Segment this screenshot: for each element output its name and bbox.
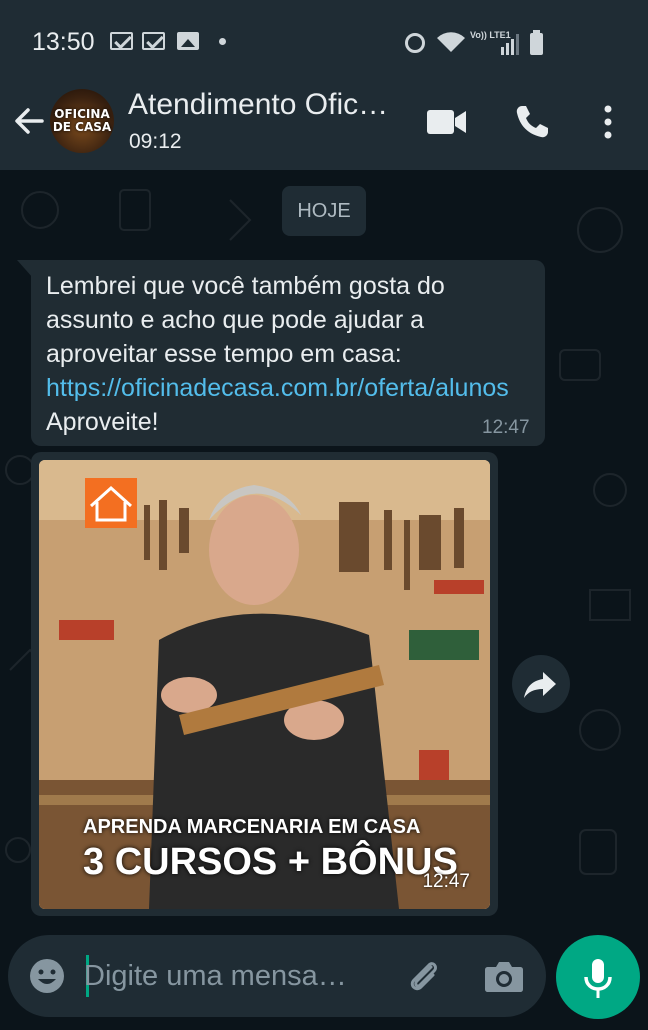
camera-icon[interactable]: [484, 959, 524, 993]
course-promo-image[interactable]: APRENDA MARCENARIA EM CASA 3 CURSOS + BÔ…: [39, 460, 490, 909]
avatar[interactable]: OFICINA DE CASA: [50, 89, 114, 153]
phone-icon[interactable]: [514, 104, 550, 140]
microphone-icon: [584, 959, 612, 998]
message-text: Lembrei que você também gosta do assunto…: [46, 269, 526, 439]
mail-notification-icon: [110, 32, 133, 50]
message-timestamp: 12:47: [482, 417, 530, 438]
voice-message-button[interactable]: [556, 935, 640, 1019]
incoming-image-bubble[interactable]: APRENDA MARCENARIA EM CASA 3 CURSOS + BÔ…: [31, 452, 498, 916]
status-bar: 13:50 Vo)) LTE1: [0, 0, 648, 70]
avatar-logo-text: OFICINA DE CASA: [52, 107, 112, 134]
date-chip: HOJE: [282, 186, 366, 236]
image-caption-line2: 3 CURSOS + BÔNUS: [83, 841, 458, 883]
signal-strength-icon: [501, 34, 519, 55]
forward-arrow-icon: [524, 672, 556, 698]
video-camera-icon[interactable]: [427, 109, 467, 135]
message-input[interactable]: [84, 953, 384, 999]
house-logo-icon: [89, 485, 133, 522]
brand-logo: [85, 478, 137, 528]
wifi-icon: [437, 32, 465, 52]
alarm-icon: [405, 33, 425, 53]
message-composer: [8, 935, 546, 1017]
forward-button[interactable]: [512, 655, 570, 713]
incoming-message-bubble[interactable]: Lembrei que você também gosta do assunto…: [31, 260, 545, 446]
more-vertical-icon[interactable]: [598, 104, 618, 140]
status-time: 13:50: [32, 28, 95, 56]
contact-name[interactable]: Atendimento Ofic…: [128, 88, 388, 122]
more-notifications-dot-icon: [219, 38, 226, 45]
image-caption-line1: APRENDA MARCENARIA EM CASA: [83, 816, 421, 838]
paperclip-icon[interactable]: [405, 957, 443, 995]
last-seen-status: 09:12: [129, 130, 182, 153]
arrow-left-icon[interactable]: [12, 103, 48, 139]
image-notification-icon: [177, 32, 199, 50]
message-link[interactable]: https://oficinadecasa.com.br/oferta/alun…: [46, 374, 509, 402]
message-body: Lembrei que você também gosta do assunto…: [46, 272, 452, 368]
chat-header: OFICINA DE CASA Atendimento Ofic… 09:12: [0, 70, 648, 170]
emoji-icon[interactable]: [28, 957, 66, 995]
mail-notification-icon: [142, 32, 165, 50]
image-timestamp: 12:47: [422, 871, 470, 892]
battery-icon: [530, 30, 543, 55]
chat-area[interactable]: HOJE Lembrei que você também gosta do as…: [0, 170, 648, 1030]
